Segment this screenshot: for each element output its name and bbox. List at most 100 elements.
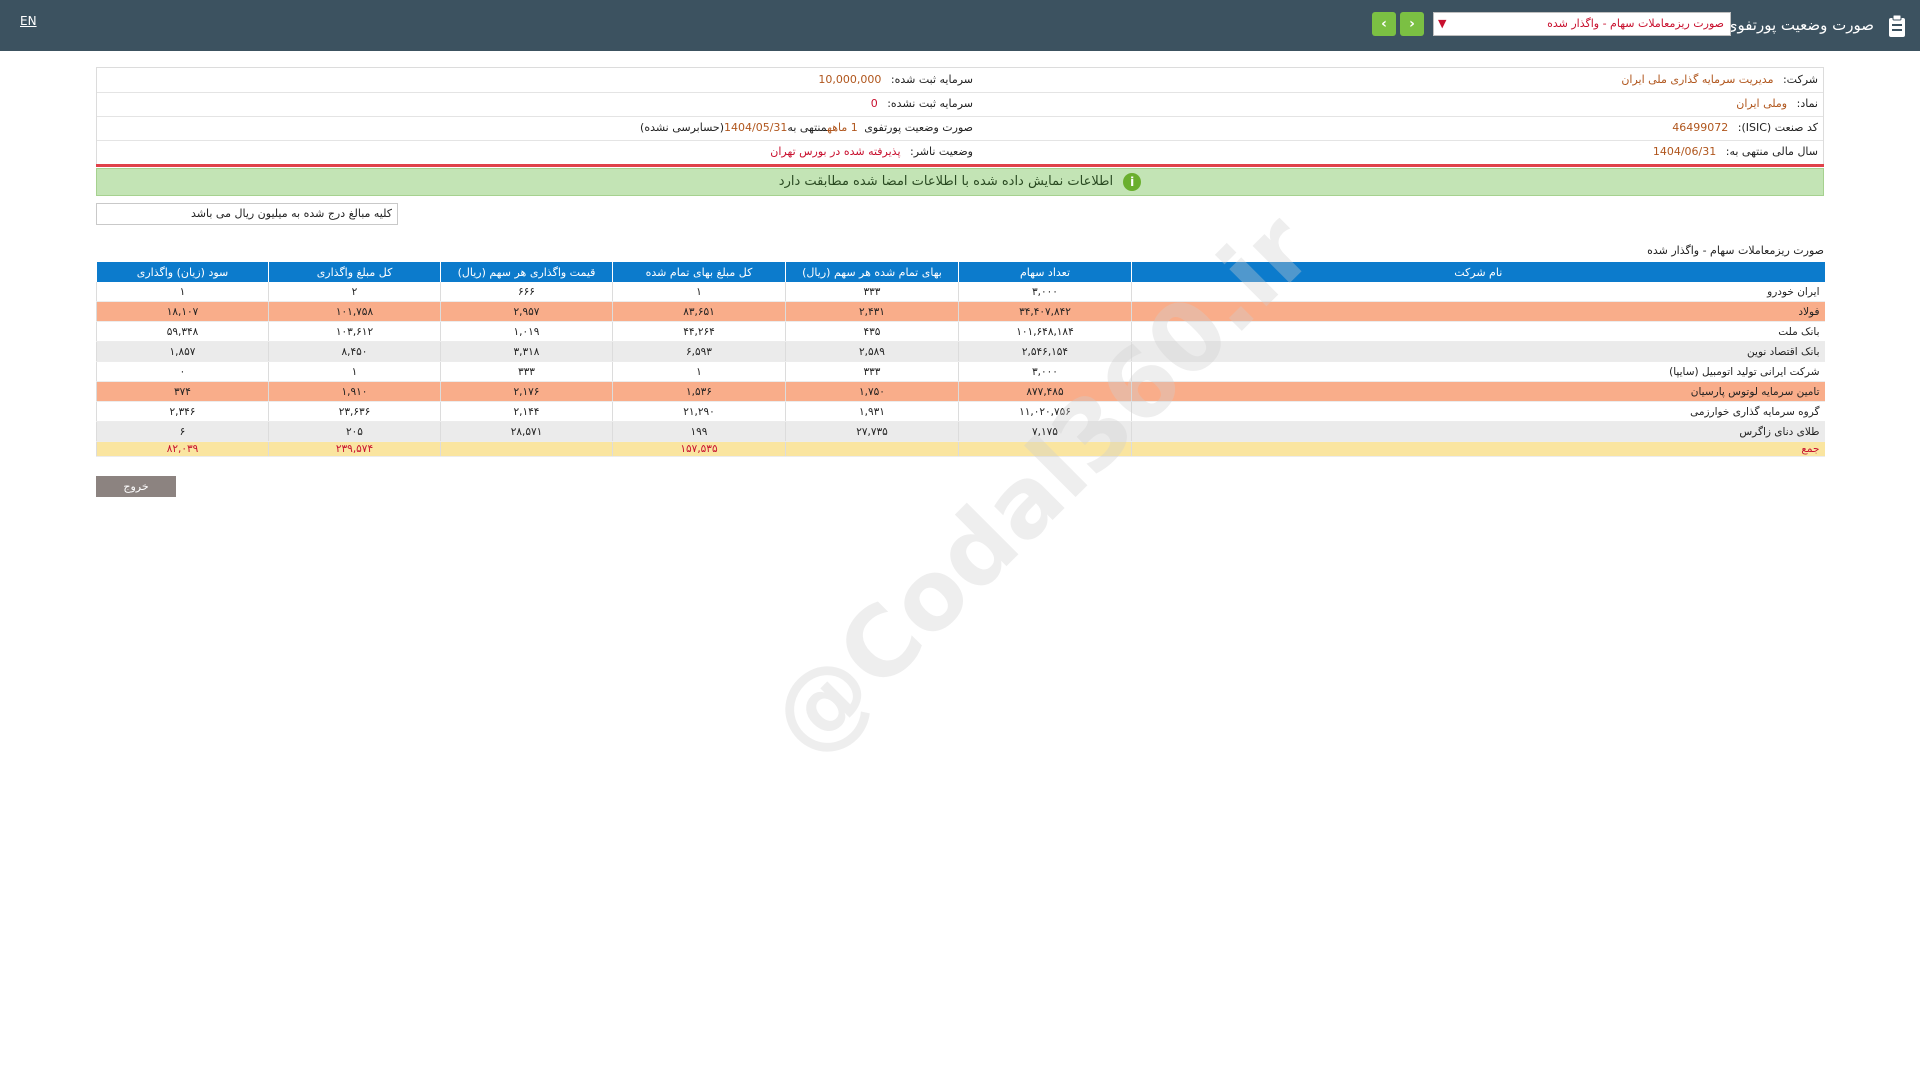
- table-cell: ۸۳,۶۵۱: [612, 301, 786, 322]
- verification-alert: i اطلاعات نمایش داده شده با اطلاعات امضا…: [96, 168, 1824, 196]
- symbol-label: نماد:: [1796, 97, 1818, 110]
- capital-unregistered-label: سرمایه ثبت نشده:: [887, 97, 973, 110]
- chevron-down-icon: ▼: [1438, 17, 1447, 30]
- table-cell: ۲۷,۷۳۵: [785, 421, 959, 442]
- column-header: سود (زیان) واگذاری: [96, 262, 269, 282]
- table-cell: ۱: [268, 361, 441, 382]
- table-cell: ۲,۱۷۶: [440, 381, 613, 402]
- table-cell: ۶,۵۹۳: [612, 341, 786, 362]
- table-cell: ۵۹,۳۴۸: [96, 321, 269, 342]
- table-header-row: نام شرکت تعداد سهام بهای تمام شده هر سهم (…: [96, 262, 1825, 282]
- table-cell: ۳۴,۴۰۷,۸۴۲: [958, 301, 1132, 322]
- report-type-select[interactable]: صورت ریزمعاملات سهام - واگذار شده ▼: [1433, 12, 1731, 36]
- column-header: بهای تمام شده هر سهم (ریال): [785, 262, 959, 282]
- table-cell: ۲,۳۴۶: [96, 401, 269, 422]
- company-name-cell: تامین سرمایه لوتوس پارسیان: [1131, 381, 1825, 402]
- info-row-isic: کد صنعت (ISIC): 46499072 صورت وضعیت پورت…: [97, 116, 1823, 141]
- table-cell: ۱۰۳,۶۱۲: [268, 321, 441, 342]
- table-cell: ۱۰۱,۶۴۸,۱۸۴: [958, 321, 1132, 342]
- table-cell: ۲,۱۴۴: [440, 401, 613, 422]
- table-cell: ۴۴,۲۶۴: [612, 321, 786, 342]
- table-cell: ۱,۰۱۹: [440, 321, 613, 342]
- table-cell: ۳۳۳: [785, 282, 959, 302]
- table-cell: ۱۰۱,۷۵۸: [268, 301, 441, 322]
- table-row: فولاد ۳۴,۴۰۷,۸۴۲ ۲,۴۳۱ ۸۳,۶۵۱ ۲,۹۵۷ ۱۰۱,۷۵۸ ۱۸…: [96, 301, 1825, 322]
- table-cell: ۲۱,۲۹۰: [612, 401, 786, 422]
- report-label: صورت وضعیت پورتفوی: [864, 121, 973, 134]
- table-row: بانک ملت ۱۰۱,۶۴۸,۱۸۴ ۴۳۵ ۴۴,۲۶۴ ۱,۰۱۹ ۱۰۳,۶۱۲…: [96, 321, 1825, 342]
- report-end-date: 1404/05/31: [724, 121, 788, 134]
- report-period: 1 ماهه: [827, 121, 858, 134]
- table-cell: [785, 441, 959, 457]
- section-title: صورت ریزمعاملات سهام - واگذار شده: [1647, 244, 1824, 257]
- column-header: کل مبلغ بهای تمام شده: [612, 262, 786, 282]
- table-cell: ۲۳۹,۵۷۴: [268, 441, 441, 457]
- table-cell: ۳۳۳: [440, 361, 613, 382]
- table-cell: ۴۳۵: [785, 321, 959, 342]
- next-report-button[interactable]: ›: [1400, 12, 1424, 36]
- table-row: بانک اقتصاد نوین ۲,۵۴۶,۱۵۴ ۲,۵۸۹ ۶,۵۹۳ ۳,۳۱۸…: [96, 341, 1825, 362]
- info-row-fiscal: سال مالی منتهی به: 1404/06/31 وضعیت ناشر…: [97, 140, 1823, 164]
- table-cell: ۲۸,۵۷۱: [440, 421, 613, 442]
- table-cell: ۱: [612, 361, 786, 382]
- column-header: کل مبلغ واگذاری: [268, 262, 441, 282]
- chevron-left-icon: ‹: [1381, 16, 1387, 32]
- table-cell: ۱۹۹: [612, 421, 786, 442]
- table-cell: ۳,۳۱۸: [440, 341, 613, 362]
- isic-label: کد صنعت (ISIC):: [1737, 121, 1818, 134]
- chevron-right-icon: ›: [1409, 16, 1415, 32]
- table-cell: ۱: [96, 282, 269, 302]
- table-cell: ۲,۹۵۷: [440, 301, 613, 322]
- table-cell: ۲,۵۸۹: [785, 341, 959, 362]
- capital-registered-label: سرمایه ثبت شده:: [890, 73, 973, 86]
- report-end-label: منتهی به: [787, 121, 828, 134]
- table-cell: ۱: [612, 282, 786, 302]
- company-info-panel: شرکت: مدیریت سرمایه گذاری ملی ایران سرما…: [96, 67, 1824, 165]
- table-row: گروه سرمایه گذاری خوارزمی ۱۱,۰۲۰,۷۵۶ ۱,۹۳۱…: [96, 401, 1825, 422]
- table-cell: ۲۰۵: [268, 421, 441, 442]
- divider-line: [96, 164, 1824, 167]
- table-cell: ۳,۰۰۰: [958, 282, 1132, 302]
- table-cell: ۶: [96, 421, 269, 442]
- symbol-value: وملی ایران: [1736, 97, 1788, 110]
- table-cell: ۱,۹۱۰: [268, 381, 441, 402]
- table-cell: ۱,۸۵۷: [96, 341, 269, 362]
- publisher-status-value: پذیرفته شده در بورس تهران: [770, 145, 901, 158]
- table-row: طلای دنای زاگرس ۷,۱۷۵ ۲۷,۷۳۵ ۱۹۹ ۲۸,۵۷۱ ۲۰۵ ۶: [96, 421, 1825, 442]
- table-cell: ۱۵۷,۵۳۵: [612, 441, 786, 457]
- publisher-status-label: وضعیت ناشر:: [910, 145, 973, 158]
- info-row-symbol: نماد: وملی ایران سرمایه ثبت نشده: 0: [97, 92, 1823, 117]
- company-value: مدیریت سرمایه گذاری ملی ایران: [1621, 73, 1774, 86]
- info-icon: i: [1123, 173, 1142, 191]
- column-header: قیمت واگذاری هر سهم (ریال): [440, 262, 613, 282]
- table-cell: ۰: [96, 361, 269, 382]
- page-title: صورت وضعیت پورتفوی: [1725, 16, 1874, 34]
- units-note: کلیه مبالغ درج شده به میلیون ریال می باش…: [96, 203, 398, 225]
- language-toggle[interactable]: EN: [20, 14, 37, 28]
- table-cell: ۱,۹۳۱: [785, 401, 959, 422]
- previous-report-button[interactable]: ‹: [1372, 12, 1396, 36]
- table-row: شرکت ایرانی تولید اتومبیل (سایپا) ۳,۰۰۰ ۳۳…: [96, 361, 1825, 382]
- table-cell: ۳۳۳: [785, 361, 959, 382]
- company-name-cell: جمع: [1131, 441, 1825, 457]
- table-cell: ۱,۵۳۶: [612, 381, 786, 402]
- table-cell: ۶۶۶: [440, 282, 613, 302]
- transactions-table: نام شرکت تعداد سهام بهای تمام شده هر سهم (…: [96, 262, 1825, 457]
- table-total-row: جمع ۱۵۷,۵۳۵ ۲۳۹,۵۷۴ ۸۲,۰۳۹: [96, 441, 1825, 457]
- table-row: تامین سرمایه لوتوس پارسیان ۸۷۷,۴۸۵ ۱,۷۵۰ ۱,…: [96, 381, 1825, 402]
- info-row-company: شرکت: مدیریت سرمایه گذاری ملی ایران سرما…: [97, 68, 1823, 93]
- table-cell: ۲۳,۶۳۶: [268, 401, 441, 422]
- table-row: ایران خودرو ۳,۰۰۰ ۳۳۳ ۱ ۶۶۶ ۲ ۱: [96, 282, 1825, 302]
- table-cell: ۳۷۴: [96, 381, 269, 402]
- table-cell: ۱,۷۵۰: [785, 381, 959, 402]
- verification-message: اطلاعات نمایش داده شده با اطلاعات امضا ش…: [778, 174, 1114, 189]
- column-header: تعداد سهام: [958, 262, 1132, 282]
- table-cell: ۸۲,۰۳۹: [96, 441, 269, 457]
- table-cell: ۸,۴۵۰: [268, 341, 441, 362]
- company-name-cell: گروه سرمایه گذاری خوارزمی: [1131, 401, 1825, 422]
- table-cell: ۲: [268, 282, 441, 302]
- table-cell: [440, 441, 613, 457]
- top-bar: EN صورت وضعیت پورتفوی صورت ریزمعاملات سه…: [0, 0, 1920, 51]
- exit-button[interactable]: خروج: [96, 476, 176, 497]
- isic-value: 46499072: [1672, 121, 1729, 134]
